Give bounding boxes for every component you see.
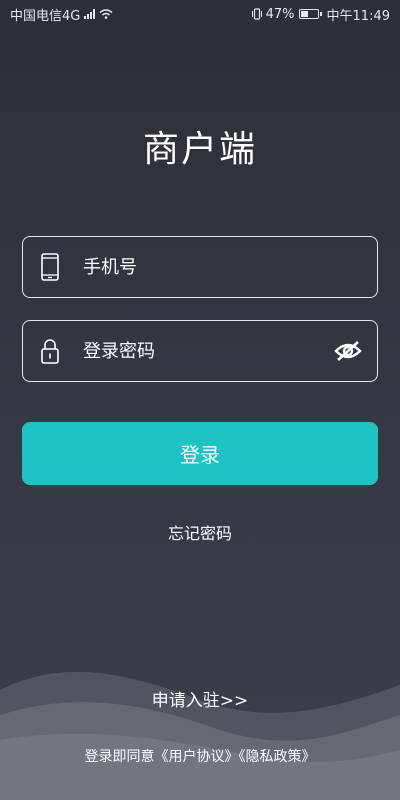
apply-register-link[interactable]: 申请入驻>> xyxy=(0,686,400,711)
status-right: 47% 中午11:49 xyxy=(251,5,390,24)
status-bar: 中国电信4G 47% 中午11:49 xyxy=(0,0,400,28)
status-left: 中国电信4G xyxy=(10,5,113,24)
phone-input[interactable] xyxy=(81,255,363,279)
password-input[interactable] xyxy=(81,339,333,363)
privacy-policy-link[interactable]: 《隐私政策》 xyxy=(239,749,316,765)
battery-icon xyxy=(298,9,322,19)
agreement-text: 登录即同意《用户协议》《隐私政策》 xyxy=(0,746,400,766)
wave-decoration xyxy=(0,671,400,800)
battery-percent: 47% xyxy=(265,6,295,22)
app-title: 商户端 xyxy=(142,129,257,170)
agreement-prefix: 登录即同意 xyxy=(84,749,155,765)
signal-icon xyxy=(84,9,96,19)
carrier-text: 中国电信4G xyxy=(10,8,81,24)
eye-off-icon[interactable] xyxy=(333,336,363,366)
phone-icon xyxy=(39,252,61,282)
forgot-password-link[interactable]: 忘记密码 xyxy=(0,520,400,544)
login-button[interactable]: 登录 xyxy=(22,422,378,485)
login-screen: 中国电信4G 47% 中午11:49 商户端 手机号 登录 忘记密码 申请入驻>… xyxy=(0,0,400,800)
user-agreement-link[interactable]: 《用户协议》 xyxy=(155,749,239,765)
clock: 中午11:49 xyxy=(326,8,390,24)
lock-icon xyxy=(39,336,61,366)
wifi-icon xyxy=(99,9,113,19)
vibrate-icon xyxy=(251,8,262,20)
password-field[interactable] xyxy=(22,320,378,382)
phone-field[interactable] xyxy=(22,236,378,298)
